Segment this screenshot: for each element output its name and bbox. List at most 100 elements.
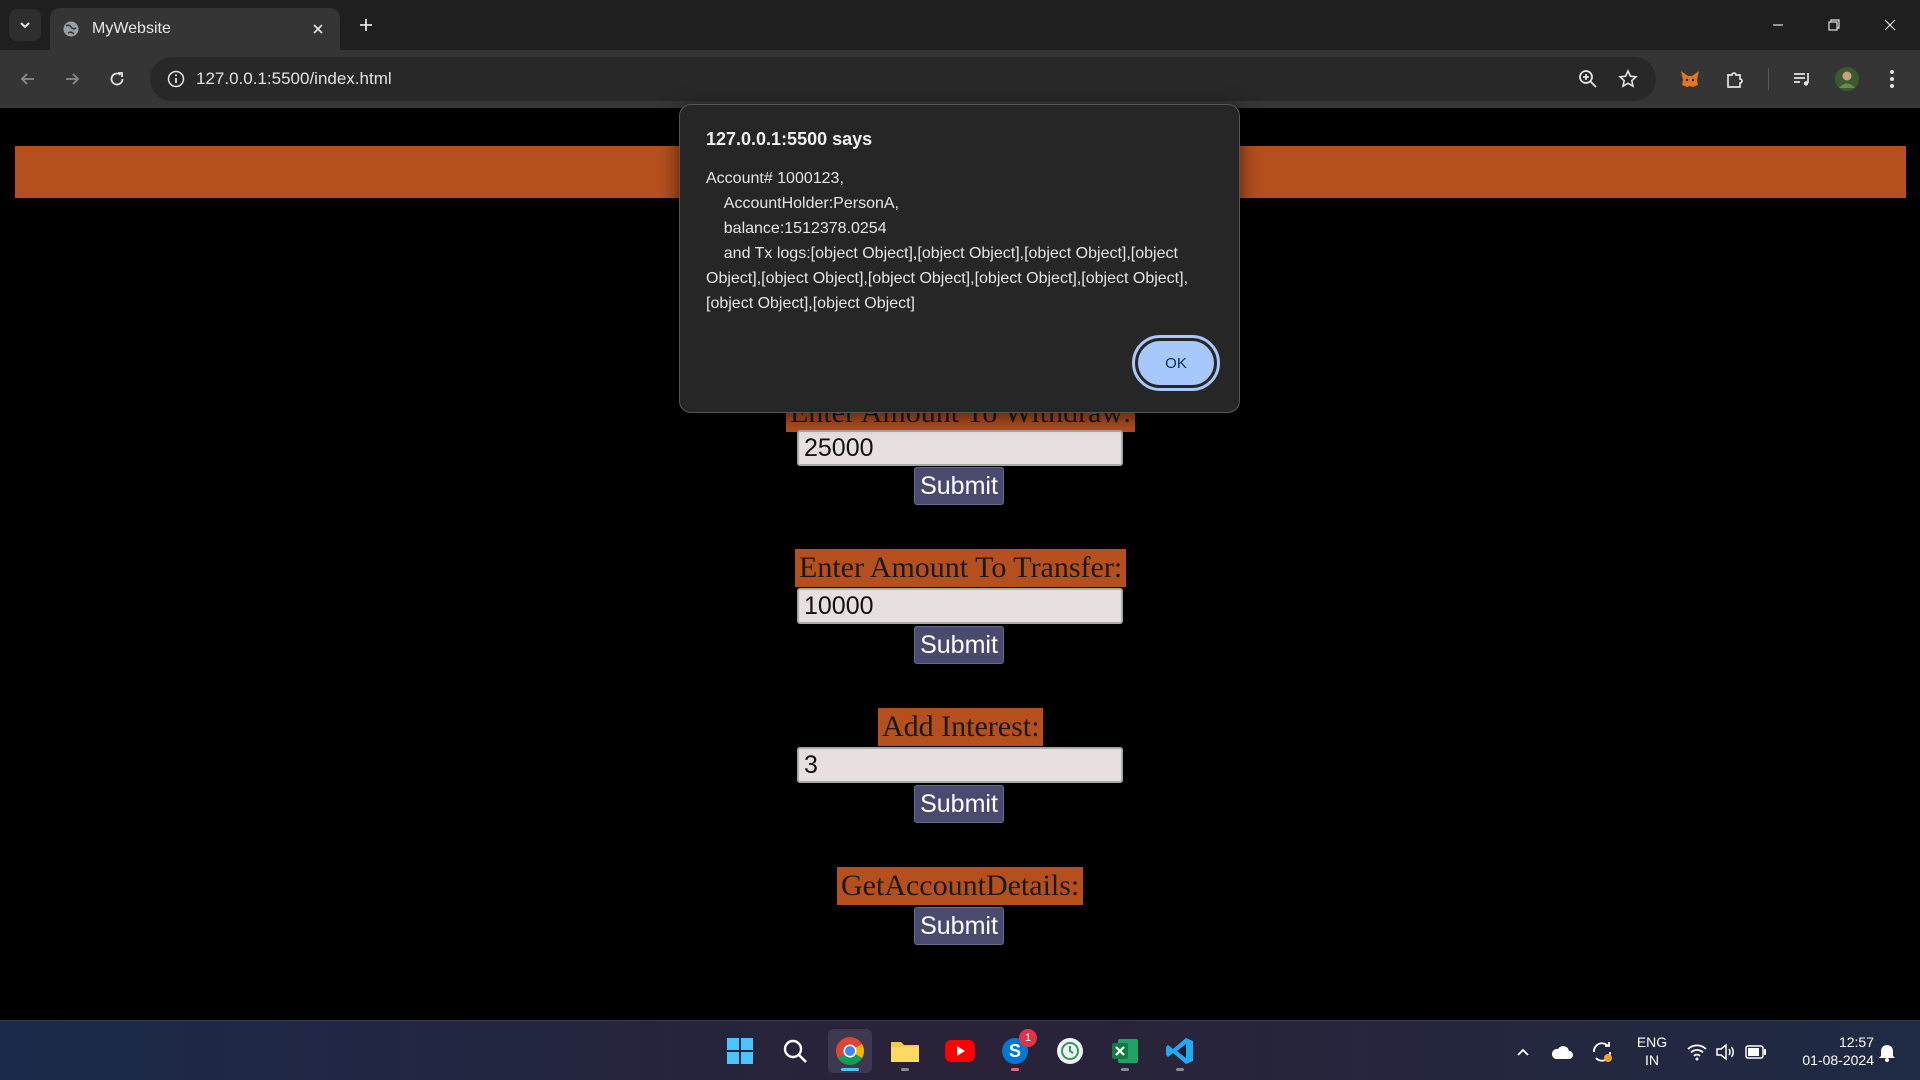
- youtube-icon: [945, 1040, 975, 1062]
- withdraw-amount-input[interactable]: [797, 430, 1123, 466]
- input-language-indicator[interactable]: ENG IN: [1630, 1033, 1674, 1069]
- running-indicator: [1176, 1068, 1184, 1071]
- toolbar-separator: [1768, 68, 1769, 90]
- fox-icon: [1681, 71, 1699, 87]
- clock-app-taskbar-button[interactable]: [1048, 1029, 1092, 1073]
- wifi-tray-button[interactable]: [1684, 1039, 1710, 1065]
- windows-logo-icon: [727, 1038, 753, 1064]
- language-code: ENG: [1636, 1034, 1668, 1050]
- transfer-submit-button[interactable]: Submit: [914, 626, 1004, 664]
- tab-search-button[interactable]: [9, 9, 41, 41]
- playlist-icon: [1794, 73, 1809, 86]
- browser-tab[interactable]: MyWebsite: [50, 8, 340, 50]
- info-icon: [167, 70, 185, 88]
- folder-icon: [891, 1042, 919, 1062]
- tab-close-button[interactable]: [304, 15, 332, 43]
- youtube-taskbar-button[interactable]: [938, 1029, 982, 1073]
- chevron-up-icon: [1517, 1048, 1529, 1056]
- taskbar-clock[interactable]: 12:57 01-08-2024: [1778, 1033, 1874, 1069]
- arrow-left-icon: [20, 73, 34, 85]
- clock-time: 12:57: [1838, 1034, 1874, 1050]
- withdraw-submit-button[interactable]: Submit: [914, 467, 1004, 505]
- transfer-label: Enter Amount To Transfer:: [795, 549, 1127, 587]
- transfer-amount-input[interactable]: [797, 588, 1123, 624]
- close-icon: [1884, 19, 1896, 31]
- search-icon: [783, 1039, 807, 1063]
- active-indicator: [841, 1068, 859, 1071]
- new-tab-button[interactable]: [350, 9, 382, 41]
- vscode-taskbar-button[interactable]: [1158, 1029, 1202, 1073]
- account-details-label: GetAccountDetails:: [837, 867, 1084, 905]
- plus-icon: [360, 19, 372, 31]
- close-icon: [313, 24, 323, 34]
- minimize-icon: [1773, 24, 1783, 26]
- running-indicator: [901, 1068, 909, 1071]
- restore-button[interactable]: [1806, 0, 1862, 50]
- account-details-submit-button[interactable]: Submit: [914, 907, 1004, 945]
- zoom-icon: [1579, 70, 1597, 88]
- excel-icon: [1112, 1039, 1138, 1063]
- cloud-icon: [1551, 1046, 1573, 1059]
- reload-button[interactable]: [99, 61, 135, 97]
- interest-rate-input[interactable]: [797, 747, 1123, 783]
- browser-toolbar: 127.0.0.1:5500/index.html: [0, 50, 1920, 108]
- battery-tray-button[interactable]: [1743, 1039, 1769, 1065]
- start-button[interactable]: [718, 1029, 762, 1073]
- dialog-ok-button[interactable]: OK: [1132, 335, 1220, 391]
- restore-icon: [1828, 19, 1840, 31]
- window-close-button[interactable]: [1862, 0, 1918, 50]
- browser-menu-button[interactable]: [1874, 61, 1910, 97]
- show-hidden-icons-button[interactable]: [1510, 1039, 1536, 1065]
- sync-icon: [1593, 1042, 1612, 1062]
- svg-text:S: S: [1009, 1041, 1021, 1061]
- address-bar[interactable]: 127.0.0.1:5500/index.html: [150, 57, 1656, 101]
- site-info-button[interactable]: [160, 63, 192, 95]
- interest-submit-button[interactable]: Submit: [914, 785, 1004, 823]
- search-button[interactable]: [773, 1029, 817, 1073]
- puzzle-icon: [1727, 72, 1743, 88]
- skype-taskbar-button[interactable]: S 1: [993, 1029, 1037, 1073]
- dialog-title: 127.0.0.1:5500 says: [706, 129, 873, 149]
- back-button[interactable]: [10, 61, 46, 97]
- vscode-icon: [1166, 1038, 1193, 1064]
- region-code: IN: [1645, 1052, 1659, 1068]
- minimize-button[interactable]: [1750, 0, 1806, 50]
- battery-icon: [1745, 1045, 1766, 1059]
- notifications-button[interactable]: [1874, 1039, 1900, 1065]
- running-indicator: [1011, 1068, 1019, 1071]
- volume-tray-button[interactable]: [1713, 1039, 1739, 1065]
- dialog-message: Account# 1000123, AccountHolder:PersonA,…: [706, 170, 1189, 312]
- chrome-taskbar-button[interactable]: [828, 1029, 872, 1073]
- bell-icon: [1879, 1045, 1895, 1062]
- browser-titlebar: MyWebsite: [0, 0, 1920, 50]
- tab-title: MyWebsite: [92, 20, 171, 37]
- alert-dialog: 127.0.0.1:5500 says Account# 1000123, Ac…: [679, 104, 1240, 413]
- arrow-right-icon: [66, 73, 80, 85]
- notification-badge: 1: [1019, 1029, 1037, 1047]
- avatar-icon: [1835, 67, 1859, 91]
- chevron-down-icon: [20, 22, 30, 29]
- zoom-button[interactable]: [1572, 63, 1604, 95]
- wifi-icon: [1687, 1044, 1707, 1061]
- globe-icon: [63, 21, 79, 37]
- running-indicator: [1121, 1068, 1129, 1071]
- file-explorer-taskbar-button[interactable]: [883, 1029, 927, 1073]
- clock-icon: [1057, 1038, 1083, 1064]
- sync-tray-button[interactable]: [1589, 1039, 1615, 1065]
- excel-taskbar-button[interactable]: [1103, 1029, 1147, 1073]
- metamask-extension-button[interactable]: [1672, 61, 1708, 97]
- onedrive-tray-button[interactable]: [1549, 1039, 1575, 1065]
- forward-button[interactable]: [54, 61, 90, 97]
- clock-date: 01-08-2024: [1802, 1052, 1874, 1068]
- reload-icon: [110, 72, 124, 86]
- speaker-icon: [1716, 1043, 1734, 1061]
- star-icon: [1618, 69, 1638, 88]
- bookmark-button[interactable]: [1612, 63, 1644, 95]
- chrome-icon: [836, 1037, 864, 1065]
- windows-taskbar: S 1 ENG IN 12:57 01-08-2024: [0, 1020, 1920, 1080]
- more-vertical-icon: [1890, 70, 1894, 88]
- profile-button[interactable]: [1829, 61, 1865, 97]
- media-controls-button[interactable]: [1784, 61, 1820, 97]
- interest-label: Add Interest:: [878, 708, 1044, 746]
- extensions-button[interactable]: [1717, 61, 1753, 97]
